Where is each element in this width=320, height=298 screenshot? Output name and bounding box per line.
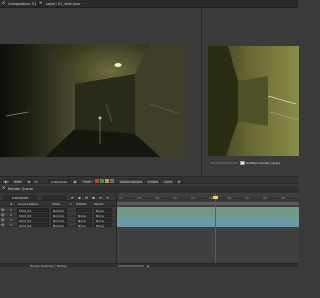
parent-dropdown[interactable]: None <box>94 222 112 228</box>
layer-row[interactable]: 👁 4 Shot_04 Normal None None <box>0 222 116 228</box>
parent-dropdown[interactable]: None <box>94 217 112 223</box>
resolution-dropdown[interactable]: Full <box>80 178 94 184</box>
viewer-controls[interactable] <box>210 162 238 164</box>
view-dropdown[interactable]: Active Camera <box>118 178 144 184</box>
layer-name[interactable]: Shot_02 <box>17 212 49 218</box>
layer-duration-bar[interactable] <box>117 207 299 212</box>
layer-number: 2 <box>10 212 12 217</box>
ruler-label: 01s <box>137 197 142 200</box>
column-header-number[interactable]: # <box>10 202 13 206</box>
zoom-dropdown[interactable]: 50% <box>12 178 24 184</box>
layer-number: 1 <box>10 207 12 212</box>
comp-mini-flowchart-icon[interactable]: ⇄ <box>70 194 75 200</box>
ruler-label: 06s <box>227 197 232 200</box>
alpha-channel-icon[interactable] <box>105 179 109 183</box>
time-ruler[interactable]: 0s 01s 02s 03s 04s 05s 06s 07s 08s 09s <box>117 197 299 201</box>
exposure-field[interactable]: +0.0 <box>162 178 174 184</box>
parent-dropdown[interactable]: None <box>94 212 112 218</box>
parent-dropdown[interactable]: None <box>94 207 112 213</box>
layer-name-label: Untitled (render_layer) <box>246 161 281 165</box>
checkbox[interactable] <box>240 161 245 165</box>
ruler-label: 02s <box>155 197 160 200</box>
eye-icon[interactable]: 👁 <box>1 208 5 212</box>
layer-duration-bar[interactable] <box>117 222 299 227</box>
work-area-bar[interactable] <box>117 202 299 205</box>
eye-icon[interactable]: 👁 <box>1 218 5 222</box>
column-header-parent[interactable]: Parent <box>94 202 104 206</box>
layer-number: 4 <box>10 222 12 227</box>
graph-editor-icon[interactable]: ∿ <box>105 194 110 200</box>
draft-3d-icon[interactable]: ◆ <box>77 194 82 200</box>
layer-number: 3 <box>10 217 12 222</box>
trkmat-dropdown[interactable]: None <box>76 222 92 228</box>
timeline-timecode[interactable]: 0;00;00;00 <box>2 194 38 200</box>
viewer-control-bar: ◧ 50% # ▢ 0;00;00;00 ◉ Full Active Camer… <box>0 176 298 184</box>
layer-name[interactable]: Shot_04 <box>17 222 49 228</box>
column-header-source-name[interactable]: Source Name <box>18 202 38 206</box>
tunnel-layer-image <box>208 46 299 156</box>
green-channel-icon[interactable] <box>100 179 104 183</box>
column-header-t[interactable]: T <box>70 202 72 206</box>
layer-viewer: Untitled (render_layer) <box>201 8 299 176</box>
frame-blending-icon[interactable]: ▦ <box>91 194 96 200</box>
trkmat-dropdown[interactable] <box>76 207 92 212</box>
composition-viewer <box>0 8 200 176</box>
panel-close-icon[interactable]: × <box>38 1 43 7</box>
tab-render-queue[interactable]: Render Queue <box>6 186 36 192</box>
ruler-label: 0s <box>119 197 122 200</box>
mask-button[interactable]: ▢ <box>33 178 39 184</box>
trkmat-dropdown[interactable]: None <box>76 217 92 223</box>
mode-dropdown[interactable]: Normal <box>51 207 67 213</box>
timeline-tracks[interactable]: 0s 01s 02s 03s 04s 05s 06s 07s 08s 09s <box>116 193 299 267</box>
mode-dropdown[interactable]: Normal <box>51 212 67 218</box>
ruler-label: 09s <box>281 197 286 200</box>
layer-name[interactable]: Shot_03 <box>17 217 49 223</box>
playhead-handle[interactable] <box>213 196 218 199</box>
mode-dropdown[interactable]: Normal <box>51 222 67 228</box>
ruler-label: 07s <box>245 197 250 200</box>
eye-icon[interactable]: 👁 <box>1 223 5 227</box>
reset-exposure-icon[interactable]: ↺ <box>176 178 182 184</box>
layer-search-input[interactable] <box>42 194 66 200</box>
tab-composition[interactable]: Composition: 01_shot <box>6 1 36 7</box>
layer-list: 👁 1 Shot_01 Normal None 👁 2 Shot_02 Norm… <box>0 207 116 267</box>
motion-blur-icon[interactable]: ◎ <box>98 194 103 200</box>
window-title-bar: × Composition: 01_shot × Layer: 01_shot.… <box>0 0 298 8</box>
column-header-mode[interactable]: Mode <box>52 202 60 206</box>
column-header-trkmat[interactable]: TrkMat <box>76 202 86 206</box>
timeline-tab-bar: × Render Queue <box>0 186 298 193</box>
hide-shy-layers-icon[interactable]: ☺ <box>84 194 89 200</box>
timecode-display[interactable]: 0;00;00;00 <box>48 178 70 184</box>
eye-icon[interactable]: 👁 <box>1 213 5 217</box>
layer-name[interactable]: Shot_01 <box>17 207 49 213</box>
ruler-label: 04s <box>191 197 196 200</box>
region-of-interest-icon[interactable] <box>110 179 114 183</box>
trkmat-dropdown[interactable]: None <box>76 212 92 218</box>
layer-duration-bar[interactable] <box>117 217 299 222</box>
panel-bottom-area <box>0 267 298 298</box>
snapshot-icon[interactable]: ◉ <box>72 178 78 184</box>
ruler-label: 08s <box>263 197 268 200</box>
mode-dropdown[interactable]: Normal <box>51 217 67 223</box>
ruler-label: 03s <box>173 197 178 200</box>
tab-layer[interactable]: Layer: 01_shot.mov <box>44 1 104 7</box>
layer-duration-bar[interactable] <box>117 212 299 217</box>
tunnel-scene-image <box>0 44 185 157</box>
views-dropdown[interactable]: 1 View <box>146 178 160 184</box>
composition-frame[interactable] <box>0 44 185 157</box>
red-channel-icon[interactable] <box>95 179 99 183</box>
playhead[interactable] <box>215 193 216 267</box>
layer-frame[interactable] <box>208 46 299 156</box>
grid-button[interactable]: # <box>26 178 32 184</box>
always-preview-button[interactable]: ◧ <box>2 178 10 184</box>
